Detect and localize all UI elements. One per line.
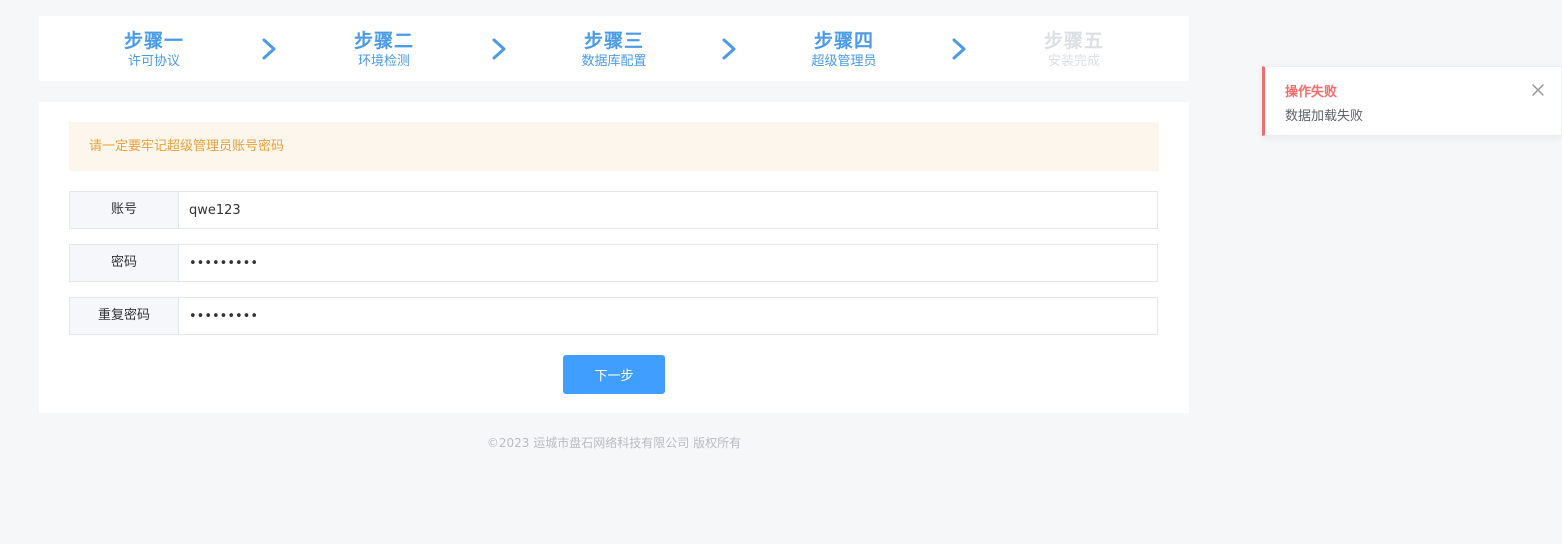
account-row: 账号 — [69, 191, 1158, 229]
next-step-button[interactable]: 下一步 — [563, 355, 665, 394]
repeat-password-row: 重复密码 — [69, 297, 1158, 335]
chevron-right-icon — [721, 38, 737, 60]
step-4-title: 步骤四 — [813, 30, 874, 52]
repeat-password-label: 重复密码 — [70, 298, 179, 334]
step-1: 步骤一 许可协议 — [84, 28, 224, 70]
step-1-title: 步骤一 — [123, 30, 184, 52]
steps-bar: 步骤一 许可协议 步骤二 环境检测 步骤三 数据库配置 步骤四 超级管理员 步骤… — [39, 16, 1189, 81]
password-input[interactable] — [179, 245, 1157, 281]
chevron-right-icon — [491, 38, 507, 60]
step-5: 步骤五 安装完成 — [1004, 28, 1144, 70]
step-5-subtitle: 安装完成 — [1047, 54, 1100, 69]
step-2: 步骤二 环境检测 — [314, 28, 454, 70]
close-icon[interactable] — [1531, 83, 1545, 97]
step-3-subtitle: 数据库配置 — [581, 54, 647, 69]
account-label: 账号 — [70, 192, 179, 228]
copyright-footer: ©2023 运城市盘石网络科技有限公司 版权所有 — [486, 436, 742, 450]
account-input[interactable] — [179, 192, 1157, 228]
chevron-right-icon — [261, 38, 277, 60]
error-toast: 操作失败 数据加载失败 — [1262, 66, 1562, 136]
step-4: 步骤四 超级管理员 — [774, 28, 914, 70]
step-1-subtitle: 许可协议 — [127, 54, 180, 69]
step-3-title: 步骤三 — [583, 30, 644, 52]
toast-message: 数据加载失败 — [1285, 109, 1364, 124]
password-label: 密码 — [70, 245, 179, 281]
step-2-title: 步骤二 — [353, 30, 414, 52]
repeat-password-input[interactable] — [179, 298, 1157, 334]
chevron-right-icon — [951, 38, 967, 60]
step-2-subtitle: 环境检测 — [357, 54, 410, 69]
step-3: 步骤三 数据库配置 — [544, 28, 684, 70]
password-row: 密码 — [69, 244, 1158, 282]
step-4-subtitle: 超级管理员 — [811, 54, 877, 69]
toast-title: 操作失败 — [1285, 85, 1338, 100]
admin-form: 请一定要牢记超级管理员账号密码 账号 密码 重复密码 下一步 — [39, 102, 1189, 413]
step-5-title: 步骤五 — [1043, 30, 1104, 52]
warning-alert: 请一定要牢记超级管理员账号密码 — [69, 122, 1159, 171]
